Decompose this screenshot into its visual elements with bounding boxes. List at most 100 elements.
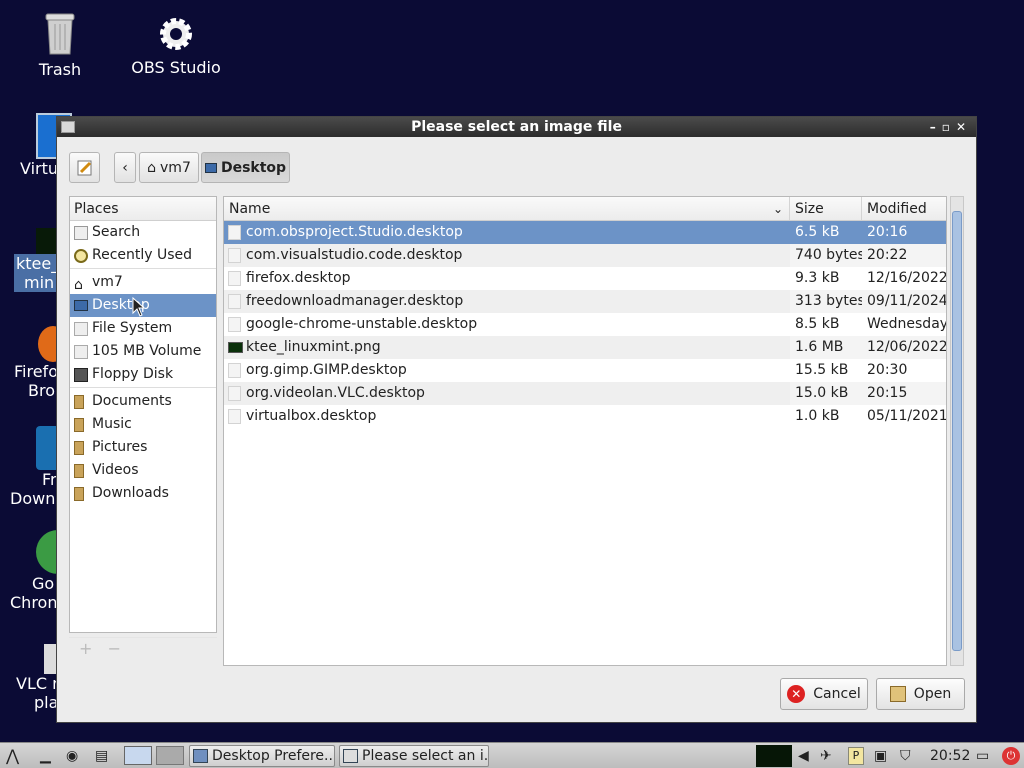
breadcrumb-label: Desktop xyxy=(220,159,287,176)
file-name: com.visualstudio.code.desktop xyxy=(246,247,463,263)
workspace-1[interactable] xyxy=(124,746,152,765)
desktop-icon-label: Virtu xyxy=(20,159,59,178)
file-size: 8.5 kB xyxy=(795,316,840,332)
place-floppy-disk[interactable]: Floppy Disk xyxy=(70,363,216,386)
scrollbar-thumb[interactable] xyxy=(952,211,962,651)
remove-bookmark-icon[interactable]: − xyxy=(108,639,121,658)
drive-icon xyxy=(74,345,88,359)
column-size[interactable]: Size xyxy=(790,197,862,220)
chevron-down-icon: ⌄ xyxy=(772,202,783,216)
type-location-button[interactable] xyxy=(69,152,100,183)
file-modified: 12/06/2022 xyxy=(862,336,946,359)
breadcrumb-desktop[interactable]: Desktop xyxy=(201,152,290,183)
file-size: 740 bytes xyxy=(790,244,862,267)
places-separator xyxy=(70,387,216,388)
column-name[interactable]: Name ⌄ xyxy=(224,197,790,220)
file-icon xyxy=(228,409,241,424)
clipboard-icon[interactable]: ▣ xyxy=(874,745,887,767)
chevron-left-icon: ‹ xyxy=(122,159,128,176)
file-list-header: Name ⌄ Size Modified xyxy=(224,197,946,221)
desktop-icon-label: VLC r xyxy=(16,674,59,693)
file-row[interactable]: com.visualstudio.code.desktop 740 bytes 20… xyxy=(224,244,946,267)
file-row[interactable]: virtualbox.desktop 1.0 kB 05/11/2021 xyxy=(224,405,946,428)
place-label: 105 MB Volume xyxy=(92,343,202,359)
column-label: Modified xyxy=(867,201,927,217)
folder-icon xyxy=(74,395,84,409)
shield-icon[interactable]: ⛉ xyxy=(900,745,911,767)
file-row[interactable]: org.gimp.GIMP.desktop 15.5 kB 20:30 xyxy=(224,359,946,382)
home-icon: ⌂ xyxy=(74,277,83,293)
parcellite-icon[interactable]: P xyxy=(848,747,864,765)
file-name-cell: google-chrome-unstable.desktop xyxy=(224,313,790,336)
file-manager-launcher-icon[interactable]: ▤ xyxy=(95,745,108,767)
folder-icon xyxy=(74,418,84,432)
file-icon xyxy=(228,294,241,309)
column-modified[interactable]: Modified xyxy=(862,197,946,220)
close-icon[interactable]: ✕ xyxy=(956,120,972,134)
file-row[interactable]: com.obsproject.Studio.desktop 6.5 kB 20:16 xyxy=(224,221,946,244)
window-controls: –▫✕ xyxy=(930,117,972,137)
show-desktop-icon[interactable]: ▁ xyxy=(40,745,51,767)
file-name-cell: freedownloadmanager.desktop xyxy=(224,290,790,313)
places-header: Places xyxy=(70,197,216,221)
file-icon xyxy=(228,271,241,286)
place-recently-used[interactable]: Recently Used xyxy=(70,244,216,267)
place-label: Floppy Disk xyxy=(92,366,174,382)
menu-icon[interactable]: ⋀ xyxy=(6,745,19,767)
desktop-icon-trash[interactable]: Trash xyxy=(5,8,115,79)
file-row[interactable]: org.videolan.VLC.desktop 15.0 kB 20:15 xyxy=(224,382,946,405)
folder-icon xyxy=(74,441,84,455)
open-button[interactable]: Open xyxy=(876,678,965,710)
file-row[interactable]: ktee_linuxmint.png 1.6 MB 12/06/2022 xyxy=(224,336,946,359)
task-label: Please select an i... xyxy=(362,748,489,764)
add-bookmark-icon[interactable]: + xyxy=(79,639,92,658)
places-panel: Places Search Recently Used ⌂ vm7 Deskto… xyxy=(69,196,217,633)
place-music[interactable]: Music xyxy=(70,413,216,436)
clock[interactable]: 20:52 xyxy=(930,745,970,767)
file-list-scrollbar[interactable] xyxy=(950,196,964,666)
places-edit-buttons: + − xyxy=(69,637,217,663)
file-name-cell: ktee_linuxmint.png xyxy=(224,336,790,359)
file-row[interactable]: google-chrome-unstable.desktop 8.5 kB Wedn… xyxy=(224,313,946,336)
place-vm7[interactable]: ⌂ vm7 xyxy=(70,271,216,294)
cancel-label: Cancel xyxy=(813,686,861,702)
place-search[interactable]: Search xyxy=(70,221,216,244)
place-pictures[interactable]: Pictures xyxy=(70,436,216,459)
place-documents[interactable]: Documents xyxy=(70,390,216,413)
power-icon[interactable]: ⏻ xyxy=(1002,747,1020,765)
volume-icon[interactable]: ◀ xyxy=(798,745,809,767)
file-name: org.videolan.VLC.desktop xyxy=(246,385,425,401)
place-file-system[interactable]: File System xyxy=(70,317,216,340)
file-name-cell: com.visualstudio.code.desktop xyxy=(224,244,790,267)
minimize-icon[interactable]: – xyxy=(930,120,942,134)
place-volume[interactable]: 105 MB Volume xyxy=(70,340,216,363)
desktop-icon-label: Trash xyxy=(38,60,82,79)
maximize-icon[interactable]: ▫ xyxy=(942,120,956,134)
file-icon xyxy=(228,363,241,378)
dialog-titlebar[interactable]: Please select an image file –▫✕ xyxy=(57,117,976,137)
task-file-chooser[interactable]: Please select an i... xyxy=(339,745,489,767)
breadcrumb-vm7[interactable]: ⌂ vm7 xyxy=(139,152,199,183)
place-downloads[interactable]: Downloads xyxy=(70,482,216,505)
back-button[interactable]: ‹ xyxy=(114,152,136,183)
folder-open-icon xyxy=(889,686,906,702)
trash-icon xyxy=(45,13,75,55)
vlc-icon xyxy=(44,644,56,674)
file-row[interactable]: firefox.desktop 9.3 kB 12/16/2022 xyxy=(224,267,946,290)
file-size: 6.5 kB xyxy=(790,221,862,244)
place-label: Search xyxy=(92,224,141,240)
cancel-button[interactable]: ✕ Cancel xyxy=(780,678,868,710)
desktop-icon-label: Firefo xyxy=(14,362,58,381)
window-icon xyxy=(61,121,75,133)
file-row[interactable]: freedownloadmanager.desktop 313 bytes 09/1… xyxy=(224,290,946,313)
task-desktop-preferences[interactable]: Desktop Prefere... xyxy=(189,745,335,767)
place-videos[interactable]: Videos xyxy=(70,459,216,482)
place-label: Downloads xyxy=(92,485,169,501)
workspace-2[interactable] xyxy=(156,746,184,765)
file-name-cell: com.obsproject.Studio.desktop xyxy=(224,221,790,244)
screen-icon[interactable]: ▭ xyxy=(976,745,989,767)
browser-launcher-icon[interactable]: ◉ xyxy=(66,745,78,767)
network-icon[interactable]: ✈ xyxy=(820,745,832,767)
desktop-icon-obs-studio[interactable]: OBS Studio xyxy=(121,14,231,77)
cpu-monitor-icon xyxy=(756,745,792,767)
